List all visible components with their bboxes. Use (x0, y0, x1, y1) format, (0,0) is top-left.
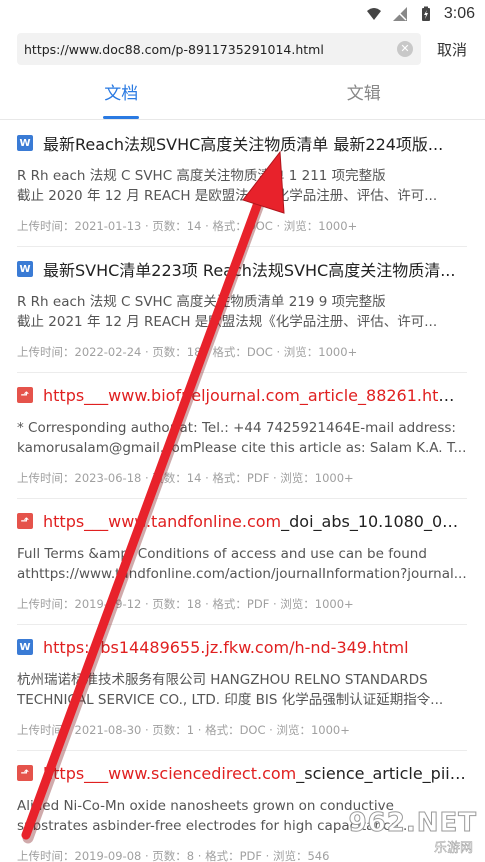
watermark-subtext: 乐游网 (433, 841, 474, 857)
result-snippet: 杭州瑞诺标准技术服务有限公司 HANGZHOU RELNO STANDARDS … (17, 670, 467, 710)
snippet-line: kamorusalam@gmail.comPlease cite this ar… (17, 440, 467, 456)
snippet-line: Full Terms &amp; Conditions of access an… (17, 546, 427, 562)
result-meta: 上传时间：2021-01-13 · 页数：14 · 格式：DOC · 浏览：10… (17, 219, 358, 233)
word-doc-icon: W (17, 639, 33, 655)
result-title-rest: _doi_abs_10.1080_0020... (281, 511, 467, 531)
snippet-line: * Corresponding author at: Tel.: +44 742… (17, 420, 456, 436)
word-doc-icon: W (17, 261, 33, 277)
snippet-line: TECHNICAL SERVICE CO., LTD. 印度 BIS 化学品强制… (17, 692, 444, 708)
status-time: 3:06 (443, 5, 475, 22)
snippet-line: R Rh each 法规 C SVHC 高度关注物质清单 1 211 项完整版 (17, 168, 386, 184)
cancel-button[interactable]: 取消 (437, 39, 467, 60)
list-item[interactable]: ⬏ https___www.tandfonline.com_doi_abs_10… (17, 499, 467, 625)
battery-icon (421, 6, 430, 21)
list-item[interactable]: ⬏ https___www.biofueljournal.com_article… (17, 373, 467, 499)
result-title-main: https___www.sciencedirect.com (43, 763, 297, 783)
result-meta: 上传时间：2019-09-12 · 页数：18 · 格式：PDF · 浏览：10… (17, 597, 354, 611)
result-title-main: https___www.tandfonline.com (43, 511, 282, 531)
result-snippet: R Rh each 法规 C SVHC 高度关注物质清单 219 9 项完整版 … (17, 292, 467, 332)
word-doc-icon: W (17, 135, 33, 151)
result-title-rest: _science_article_pii_S... (296, 763, 467, 783)
pdf-doc-icon: ⬏ (17, 387, 33, 403)
result-snippet: Full Terms &amp; Conditions of access an… (17, 544, 467, 584)
result-snippet: * Corresponding author at: Tel.: +44 742… (17, 418, 467, 458)
tab-documents[interactable]: 文档 (0, 74, 243, 119)
result-title-main: 最新SVHC清单223项 Reach法规SVHC高度关注物质清... (43, 261, 456, 280)
tab-collections[interactable]: 文辑 (243, 74, 485, 119)
result-title[interactable]: ⬏ https___www.biofueljournal.com_article… (17, 384, 467, 406)
list-item[interactable]: W 最新Reach法规SVHC高度关注物质清单 最新224项版... R Rh … (17, 121, 467, 247)
result-title[interactable]: W 最新SVHC清单223项 Reach法规SVHC高度关注物质清... (17, 258, 467, 280)
list-item[interactable]: W https://bs14489655.jz.fkw.com/h-nd-349… (17, 625, 467, 751)
pdf-doc-icon: ⬏ (17, 513, 33, 529)
watermark-text: 962.NET (348, 808, 477, 839)
snippet-line: athttps://www.tandfonline.com/action/jou… (17, 566, 467, 582)
result-title-rest: 最新224项版... (328, 135, 444, 154)
result-meta: 上传时间：2021-08-30 · 页数：1 · 格式：DOC · 浏览：100… (17, 723, 350, 737)
pdf-doc-icon: ⬏ (17, 765, 33, 781)
result-title[interactable]: W 最新Reach法规SVHC高度关注物质清单 最新224项版... (17, 132, 467, 154)
url-input[interactable]: https://www.doc88.com/p-8911735291014.ht… (17, 33, 421, 65)
snippet-line: 截止 2021 年 12 月 REACH 是欧盟法规《化学品注册、评估、许可..… (17, 314, 438, 330)
result-title-main: 最新Reach法规SVHC高度关注物质清单 (43, 135, 329, 154)
signal-icon (392, 7, 407, 21)
url-text[interactable]: https://www.doc88.com/p-8911735291014.ht… (24, 42, 397, 57)
watermark-logo: 962.NET 乐游网 (348, 808, 477, 857)
snippet-line: R Rh each 法规 C SVHC 高度关注物质清单 219 9 项完整版 (17, 294, 386, 310)
snippet-line: 截止 2020 年 12 月 REACH 是欧盟法规《化学品注册、评估、许可..… (17, 188, 438, 204)
snippet-line: 杭州瑞诺标准技术服务有限公司 HANGZHOU RELNO STANDARDS (17, 672, 428, 688)
tab-bar: 文档 文辑 (0, 74, 485, 120)
result-title[interactable]: ⬏ https___www.sciencedirect.com_science_… (17, 762, 467, 784)
result-title[interactable]: ⬏ https___www.tandfonline.com_doi_abs_10… (17, 510, 467, 532)
clear-icon[interactable]: ✕ (397, 41, 413, 57)
result-title[interactable]: W https://bs14489655.jz.fkw.com/h-nd-349… (17, 636, 467, 658)
url-bar: https://www.doc88.com/p-8911735291014.ht… (17, 33, 485, 65)
status-bar: 3:06 (0, 0, 485, 28)
result-snippet: R Rh each 法规 C SVHC 高度关注物质清单 1 211 项完整版 … (17, 166, 467, 206)
result-list: W 最新Reach法规SVHC高度关注物质清单 最新224项版... R Rh … (17, 121, 467, 862)
result-title-main: https://bs14489655.jz.fkw.com/h-nd-349.h… (43, 637, 409, 657)
result-meta: 上传时间：2023-06-18 · 页数：14 · 格式：PDF · 浏览：10… (17, 471, 354, 485)
list-item[interactable]: W 最新SVHC清单223项 Reach法规SVHC高度关注物质清... R R… (17, 247, 467, 373)
result-title-main: https___www.biofueljournal.com_article_8… (43, 385, 467, 405)
wifi-icon (366, 8, 381, 20)
result-meta: 上传时间：2022-02-24 · 页数：18 · 格式：DOC · 浏览：10… (17, 345, 358, 359)
